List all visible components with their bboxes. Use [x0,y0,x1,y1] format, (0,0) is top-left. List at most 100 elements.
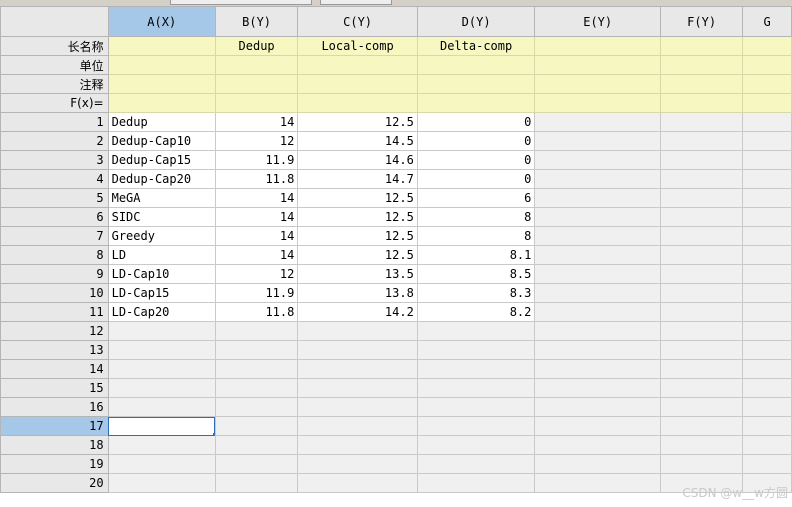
cell-g[interactable] [742,226,792,246]
cell-b[interactable] [214,340,299,360]
cell-d[interactable]: 8 [416,207,536,227]
cell-g[interactable] [742,131,792,151]
column-header-f[interactable]: F(Y) [659,6,744,37]
row-header[interactable]: 5 [0,188,109,208]
column-header-d[interactable]: D(Y) [416,6,536,37]
cell-a[interactable]: Dedup-Cap10 [107,131,216,151]
meta-cell-f[interactable] [659,74,744,94]
cell-f[interactable] [659,435,744,455]
cell-f[interactable] [659,188,744,208]
cell-a[interactable] [107,340,216,360]
cell-c[interactable]: 14.7 [297,169,418,189]
cell-e[interactable] [534,359,661,379]
cell-a[interactable] [107,397,216,417]
cell-a[interactable]: LD-Cap10 [107,264,216,284]
cell-b[interactable]: 14 [214,245,299,265]
column-header-a[interactable]: A(X) [107,6,216,37]
meta-cell-e[interactable] [534,93,661,113]
cell-b[interactable] [214,454,299,474]
meta-cell-b[interactable] [214,74,299,94]
meta-cell-g[interactable] [742,55,792,75]
cell-c[interactable] [297,340,418,360]
cell-g[interactable] [742,416,792,436]
meta-cell-a[interactable] [107,55,216,75]
row-header[interactable]: 1 [0,112,109,132]
cell-a[interactable] [107,473,216,493]
cell-c[interactable]: 12.5 [297,112,418,132]
cell-a[interactable]: LD-Cap15 [107,283,216,303]
column-header-g[interactable]: G [742,6,792,37]
cell-c[interactable] [297,378,418,398]
cell-b[interactable] [214,473,299,493]
row-header[interactable]: 9 [0,264,109,284]
cell-d[interactable]: 8 [416,226,536,246]
cell-f[interactable] [659,131,744,151]
meta-cell-e[interactable] [534,55,661,75]
cell-f[interactable] [659,302,744,322]
cell-b[interactable]: 11.9 [214,150,299,170]
cell-a[interactable]: Dedup [107,112,216,132]
cell-c[interactable] [297,359,418,379]
row-header[interactable]: 19 [0,454,109,474]
cell-e[interactable] [534,245,661,265]
meta-cell-g[interactable] [742,36,792,56]
cell-e[interactable] [534,397,661,417]
row-header[interactable]: 15 [0,378,109,398]
cell-f[interactable] [659,264,744,284]
cell-c[interactable]: 14.2 [297,302,418,322]
cell-d[interactable]: 0 [416,131,536,151]
cell-c[interactable] [297,435,418,455]
row-header[interactable]: 4 [0,169,109,189]
cell-g[interactable] [742,435,792,455]
cell-e[interactable] [534,283,661,303]
cell-c[interactable]: 12.5 [297,226,418,246]
cell-g[interactable] [742,340,792,360]
corner-cell[interactable] [0,6,109,37]
column-header-c[interactable]: C(Y) [297,6,418,37]
cell-a[interactable] [107,378,216,398]
cell-e[interactable] [534,378,661,398]
cell-a[interactable]: Greedy [107,226,216,246]
meta-cell-c[interactable] [297,55,418,75]
cell-c[interactable] [297,473,418,493]
cell-d[interactable]: 6 [416,188,536,208]
cell-d[interactable] [416,454,536,474]
meta-cell-f[interactable] [659,36,744,56]
column-header-e[interactable]: E(Y) [534,6,661,37]
cell-f[interactable] [659,397,744,417]
meta-cell-c[interactable]: Local-comp [297,36,418,56]
cell-b[interactable]: 12 [214,264,299,284]
cell-f[interactable] [659,340,744,360]
cell-f[interactable] [659,226,744,246]
cell-a[interactable] [107,416,216,436]
cell-d[interactable] [416,359,536,379]
cell-a[interactable] [107,435,216,455]
cell-c[interactable]: 12.5 [297,207,418,227]
row-header[interactable]: 6 [0,207,109,227]
cell-f[interactable] [659,150,744,170]
cell-b[interactable] [214,378,299,398]
cell-e[interactable] [534,131,661,151]
cell-e[interactable] [534,454,661,474]
cell-g[interactable] [742,302,792,322]
meta-cell-c[interactable] [297,93,418,113]
cell-g[interactable] [742,378,792,398]
cell-c[interactable]: 14.6 [297,150,418,170]
cell-f[interactable] [659,454,744,474]
cell-e[interactable] [534,169,661,189]
cell-e[interactable] [534,150,661,170]
cell-b[interactable] [214,397,299,417]
sheet-tab[interactable] [170,0,312,5]
cell-a[interactable]: LD-Cap20 [107,302,216,322]
cell-d[interactable]: 0 [416,150,536,170]
cell-b[interactable]: 11.8 [214,302,299,322]
row-header[interactable]: 20 [0,473,109,493]
row-header[interactable]: 18 [0,435,109,455]
cell-d[interactable]: 8.3 [416,283,536,303]
cell-c[interactable] [297,397,418,417]
cell-c[interactable] [297,454,418,474]
cell-e[interactable] [534,207,661,227]
cell-c[interactable] [297,321,418,341]
row-header[interactable]: 13 [0,340,109,360]
cell-e[interactable] [534,226,661,246]
